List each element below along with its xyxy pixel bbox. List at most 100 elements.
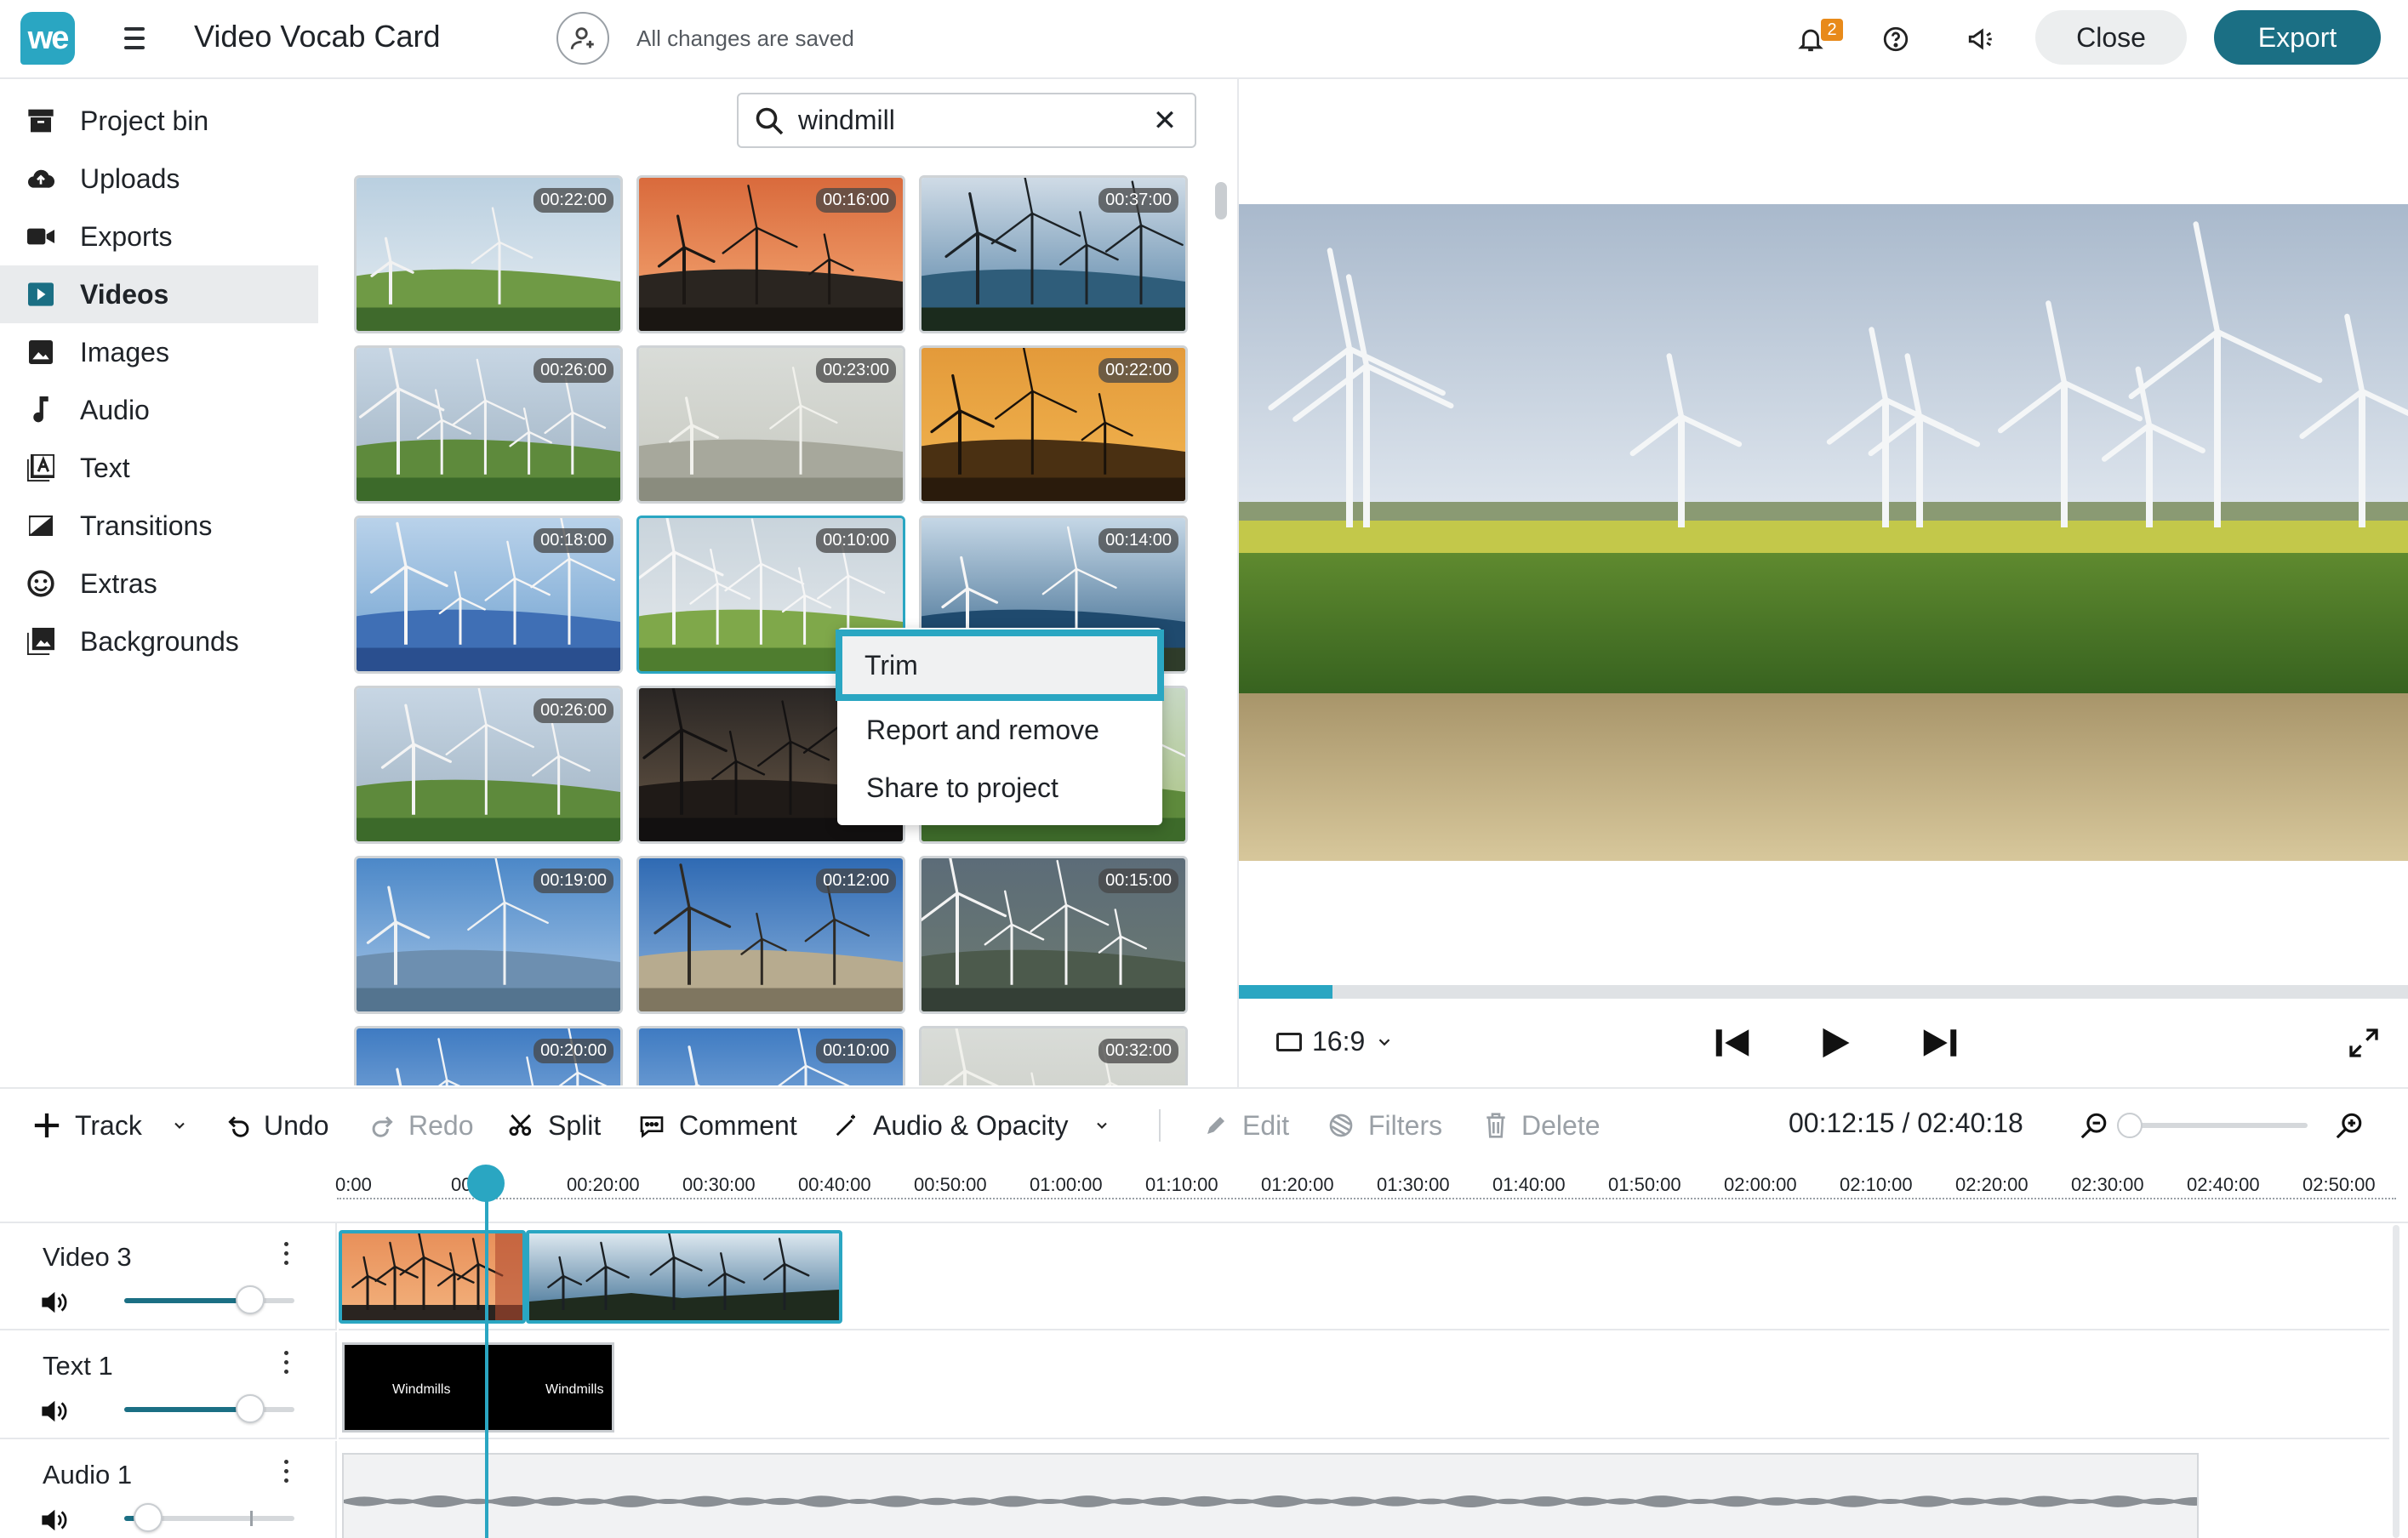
clear-search-icon[interactable]: ✕ bbox=[1150, 106, 1179, 135]
ruler-tick: 02:40:00 bbox=[2187, 1174, 2260, 1195]
sidebar-item-backgrounds[interactable]: Backgrounds bbox=[0, 612, 318, 670]
playhead-handle[interactable] bbox=[467, 1165, 505, 1202]
menu-item-trim[interactable]: Trim bbox=[836, 629, 1164, 701]
menu-item-share-project[interactable]: Share to project bbox=[837, 759, 1162, 817]
scissors-icon bbox=[509, 1114, 532, 1136]
announcement-icon[interactable] bbox=[1960, 19, 2001, 60]
filters-button[interactable]: Filters bbox=[1327, 1108, 1442, 1143]
sidebar-item-extras[interactable]: Extras bbox=[0, 555, 318, 612]
redo-label: Redo bbox=[408, 1109, 474, 1141]
chevron-down-icon bbox=[1378, 1038, 1390, 1045]
media-thumbnail[interactable]: 00:16:00 bbox=[636, 175, 905, 333]
search-input[interactable] bbox=[798, 105, 1138, 136]
skip-back-icon[interactable] bbox=[1710, 1021, 1755, 1065]
sidebar-item-project-bin[interactable]: Project bin bbox=[0, 92, 318, 150]
volume-icon[interactable] bbox=[39, 1290, 68, 1315]
media-thumbnail[interactable]: 00:32:00 bbox=[919, 1026, 1188, 1085]
track-name[interactable]: Video 3 bbox=[43, 1242, 132, 1273]
media-thumbnail[interactable]: 00:23:00 bbox=[636, 345, 905, 504]
ruler-dots bbox=[337, 1198, 2396, 1199]
sidebar-item-audio[interactable]: Audio bbox=[0, 381, 318, 439]
ruler-tick: 00:50:00 bbox=[914, 1174, 987, 1195]
sidebar-item-exports[interactable]: Exports bbox=[0, 208, 318, 265]
duration-badge: 00:10:00 bbox=[816, 528, 896, 553]
duration-badge: 00:15:00 bbox=[1098, 869, 1178, 893]
aspect-ratio-selector[interactable]: 16:9 bbox=[1276, 1026, 1394, 1057]
sidebar-item-label: Images bbox=[80, 336, 169, 367]
media-thumbnail[interactable]: 00:15:00 bbox=[919, 856, 1188, 1014]
media-thumbnail[interactable]: 00:37:00 bbox=[919, 175, 1188, 333]
track-row-text-1: Windmills Windmills bbox=[339, 1332, 2389, 1439]
media-thumbnail[interactable]: 00:22:00 bbox=[919, 345, 1188, 504]
media-thumbnail[interactable]: 00:20:00 bbox=[354, 1026, 623, 1085]
add-track-button[interactable]: Track bbox=[32, 1108, 188, 1143]
help-icon[interactable] bbox=[1875, 19, 1916, 60]
context-menu: Trim Report and remove Share to project bbox=[836, 628, 1164, 825]
delete-button[interactable]: Delete bbox=[1484, 1108, 1601, 1143]
volume-icon[interactable] bbox=[39, 1398, 68, 1424]
sidebar-item-uploads[interactable]: Uploads bbox=[0, 150, 318, 208]
comment-button[interactable]: Comment bbox=[638, 1108, 797, 1143]
volume-slider[interactable] bbox=[124, 1394, 294, 1423]
project-title[interactable]: Video Vocab Card bbox=[194, 19, 441, 54]
media-thumbnail[interactable]: 00:19:00 bbox=[354, 856, 623, 1014]
edit-button[interactable]: Edit bbox=[1203, 1108, 1289, 1143]
menu-item-report-remove[interactable]: Report and remove bbox=[837, 701, 1162, 759]
sidebar-item-text[interactable]: Text bbox=[0, 439, 318, 497]
play-icon[interactable] bbox=[1814, 1021, 1858, 1065]
timeline-scrollbar[interactable] bbox=[2393, 1225, 2399, 1538]
media-scrollbar[interactable] bbox=[1215, 182, 1227, 219]
video-clip[interactable] bbox=[339, 1230, 526, 1324]
sidebar-item-transitions[interactable]: Transitions bbox=[0, 497, 318, 555]
audio-waveform bbox=[344, 1495, 2197, 1507]
bell-icon[interactable]: 2 bbox=[1790, 19, 1843, 60]
media-thumbnail[interactable]: 00:12:00 bbox=[636, 856, 905, 1014]
ruler-tick: 01:00:00 bbox=[1030, 1174, 1103, 1195]
media-thumbnail[interactable]: 00:22:00 bbox=[354, 175, 623, 333]
volume-slider[interactable] bbox=[124, 1285, 294, 1314]
split-button[interactable]: Split bbox=[507, 1108, 601, 1143]
duration-badge: 00:23:00 bbox=[816, 358, 896, 383]
redo-button[interactable]: Redo bbox=[371, 1108, 474, 1143]
fullscreen-icon[interactable] bbox=[2342, 1021, 2386, 1065]
volume-slider[interactable] bbox=[124, 1503, 294, 1532]
export-button[interactable]: Export bbox=[2214, 10, 2381, 65]
track-name[interactable]: Audio 1 bbox=[43, 1460, 132, 1490]
audio-clip[interactable] bbox=[342, 1453, 2199, 1538]
video-preview[interactable] bbox=[1239, 204, 2408, 861]
sidebar-item-videos[interactable]: Videos bbox=[0, 265, 318, 323]
close-button[interactable]: Close bbox=[2035, 10, 2187, 65]
sidebar-item-label: Extras bbox=[80, 567, 157, 599]
logo[interactable]: we bbox=[20, 12, 75, 65]
audio-opacity-button[interactable]: Audio & Opacity bbox=[834, 1108, 1110, 1143]
add-collaborator-icon[interactable] bbox=[556, 12, 609, 65]
track-header-video-3: Video 3 bbox=[0, 1223, 337, 1330]
undo-button[interactable]: Undo bbox=[226, 1108, 329, 1143]
zoom-slider[interactable] bbox=[2117, 1113, 2308, 1138]
sidebar-item-images[interactable]: Images bbox=[0, 323, 318, 381]
zoom-out-icon[interactable] bbox=[2080, 1108, 2108, 1143]
menu-icon[interactable] bbox=[121, 24, 150, 53]
kebab-menu-icon[interactable] bbox=[281, 1242, 291, 1265]
ruler-tick: 02:30:00 bbox=[2071, 1174, 2144, 1195]
media-thumbnail[interactable]: 00:18:00 bbox=[354, 516, 623, 674]
zoom-in-icon[interactable] bbox=[2335, 1108, 2364, 1143]
kebab-menu-icon[interactable] bbox=[281, 1460, 291, 1483]
editor-app: we Video Vocab Card All changes are save… bbox=[0, 0, 2408, 1538]
skip-forward-icon[interactable] bbox=[1918, 1021, 1962, 1065]
comment-icon bbox=[640, 1116, 664, 1138]
playhead[interactable] bbox=[485, 1181, 488, 1538]
ruler-tick: 01:30:00 bbox=[1377, 1174, 1450, 1195]
media-thumbnail[interactable]: 00:26:00 bbox=[354, 345, 623, 504]
ruler-tick: 01:40:00 bbox=[1492, 1174, 1566, 1195]
media-thumbnail[interactable]: 00:10:00 bbox=[636, 1026, 905, 1085]
video-clip[interactable] bbox=[526, 1230, 842, 1324]
media-thumbnail[interactable]: 00:26:00 bbox=[354, 686, 623, 844]
track-header-text-1: Text 1 bbox=[0, 1332, 337, 1439]
kebab-menu-icon[interactable] bbox=[281, 1351, 291, 1374]
ruler-tick: 01:20:00 bbox=[1261, 1174, 1334, 1195]
track-name[interactable]: Text 1 bbox=[43, 1351, 113, 1381]
text-clip[interactable]: Windmills Windmills bbox=[342, 1342, 614, 1433]
player-progress[interactable] bbox=[1239, 985, 2408, 999]
volume-icon[interactable] bbox=[39, 1507, 68, 1533]
